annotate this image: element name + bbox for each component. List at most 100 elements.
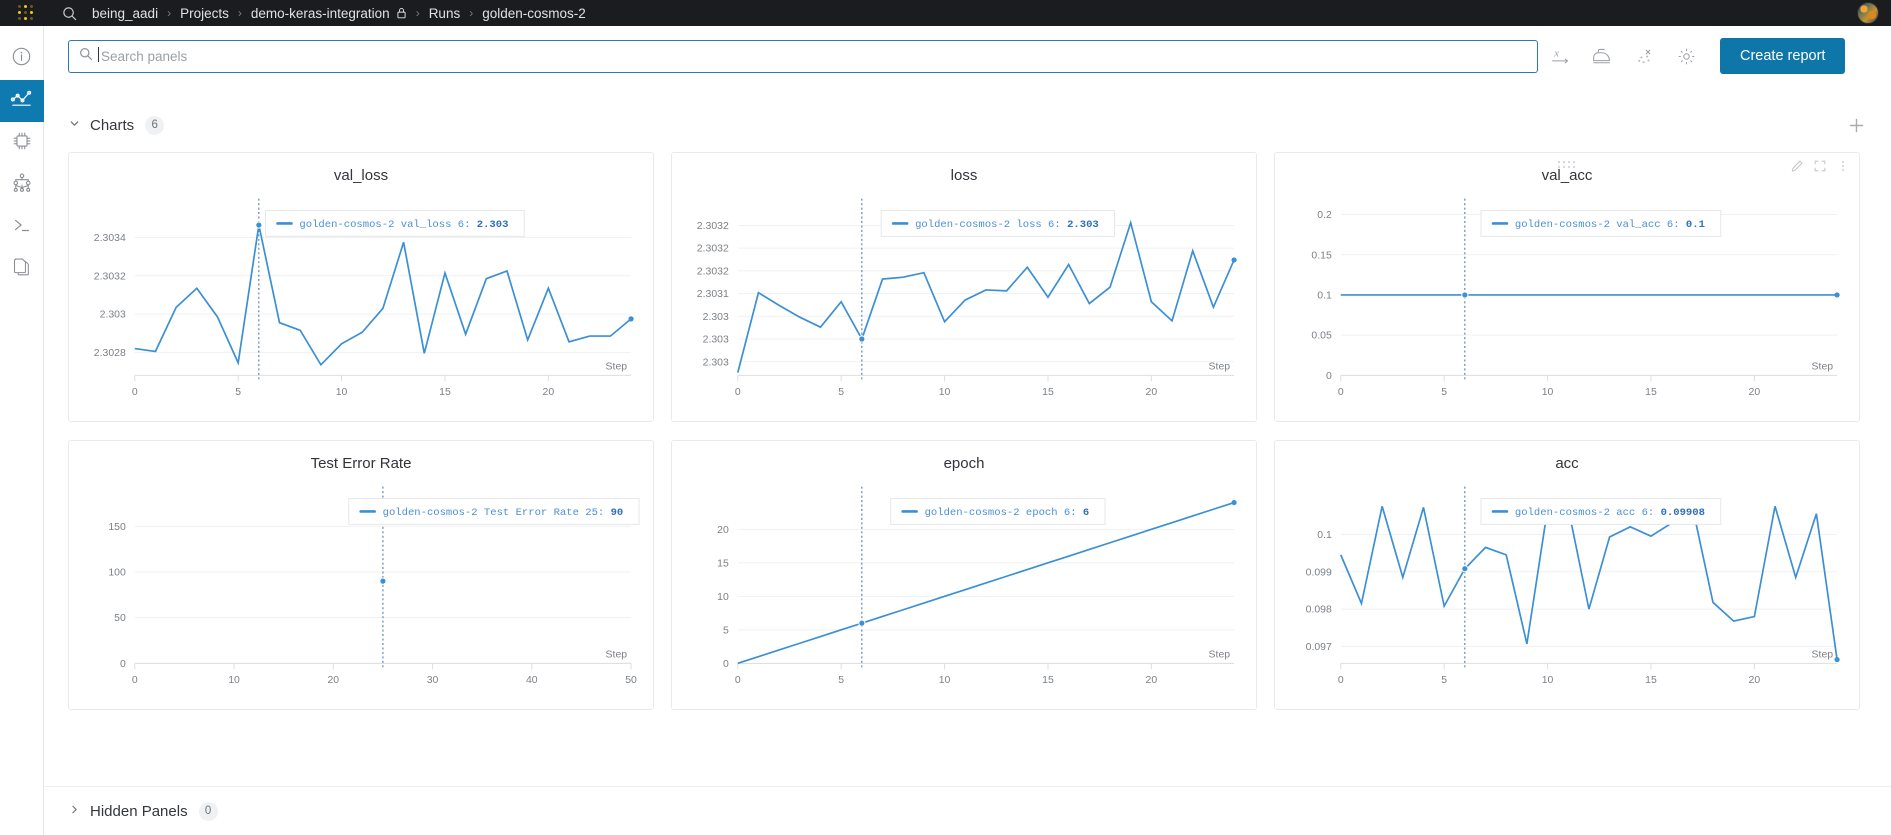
svg-text:20: 20 [1146,387,1158,398]
svg-text:2.3028: 2.3028 [94,348,126,359]
sidebar-item-logs[interactable] [0,206,44,248]
svg-text:150: 150 [108,522,126,533]
svg-text:5: 5 [838,675,844,686]
charts-section-header[interactable]: Charts 6 [44,108,1891,142]
svg-text:5: 5 [1441,675,1447,686]
chart-panel-val_loss[interactable]: val_loss 2.3028 2.303 2.3032 2.3034 0 5 10 15 20 S… [68,152,654,422]
svg-text:0.1: 0.1 [1317,530,1332,541]
chart-legend-label: golden-cosmos-2 acc 6: 0.09908 [1515,507,1705,519]
breadcrumb-separator: › [469,6,474,20]
chart-panel-acc[interactable]: acc 0.097 0.098 0.099 0.1 0 5 10 15 20 Step golden-… [1274,440,1860,710]
outliers-scatter-icon[interactable] [1624,36,1664,76]
sidebar-item-charts[interactable] [0,80,44,122]
svg-text:10: 10 [717,592,729,603]
svg-text:0: 0 [735,387,741,398]
svg-text:Step: Step [606,361,628,372]
breadcrumb-entity[interactable]: being_aadi [92,6,158,21]
hidden-panels-section-header[interactable]: Hidden Panels 0 [44,794,1891,828]
charts-count-badge: 6 [145,115,165,135]
global-search-icon[interactable] [52,6,86,21]
svg-text:Step: Step [1812,649,1834,660]
svg-text:2.3032: 2.3032 [697,266,729,277]
waffle-icon [18,5,34,21]
search-icon [79,47,93,66]
svg-text:5: 5 [235,387,241,398]
breadcrumb-separator: › [415,6,420,20]
divider [44,786,1891,787]
lock-icon [396,7,407,19]
chart-plot[interactable]: 0.097 0.098 0.099 0.1 0 5 10 15 20 Step golden-cos… [1275,441,1859,709]
svg-text:0.098: 0.098 [1306,605,1332,616]
chart-plot[interactable]: 0 0.05 0.1 0.15 0.2 0 5 10 15 20 Step golden-cosmos… [1275,153,1859,421]
breadcrumb-runs[interactable]: Runs [429,6,461,21]
app-logo-button[interactable] [0,0,52,26]
smoothing-iron-icon[interactable] [1582,36,1622,76]
svg-text:2.3032: 2.3032 [697,244,729,255]
breadcrumb-run[interactable]: golden-cosmos-2 [482,6,586,21]
svg-text:0: 0 [723,659,729,670]
svg-text:100: 100 [108,568,126,579]
create-report-button[interactable]: Create report [1720,38,1846,74]
svg-text:5: 5 [838,387,844,398]
sidebar-item-model[interactable] [0,164,44,206]
svg-text:x: x [1553,48,1559,59]
svg-text:2.3034: 2.3034 [94,233,126,244]
chart-plot[interactable]: 2.3028 2.303 2.3032 2.3034 0 5 10 15 20 Step golde… [69,153,653,421]
chevron-right-icon[interactable] [68,803,81,819]
terminal-icon [11,214,33,241]
add-panel-button[interactable] [1839,108,1873,142]
svg-text:50: 50 [114,613,126,624]
hidden-panels-count-badge: 0 [198,801,218,821]
chevron-down-icon[interactable] [68,117,81,133]
svg-text:0.097: 0.097 [1306,642,1332,653]
avatar[interactable] [1857,2,1879,24]
charts-panel-grid: val_loss 2.3028 2.303 2.3032 2.3034 0 5 10 15 20 S… [68,152,1868,710]
line-chart-icon [10,87,33,115]
x-axis-icon[interactable]: x [1540,36,1580,76]
svg-text:40: 40 [526,675,538,686]
svg-text:10: 10 [336,387,348,398]
sidebar-item-system[interactable] [0,122,44,164]
svg-text:20: 20 [1146,675,1158,686]
chart-panel-test_error_rate[interactable]: Test Error Rate 0 50 100 150 0 10 20 30 40 50 Step g… [68,440,654,710]
files-icon [11,256,32,282]
svg-text:15: 15 [1645,675,1657,686]
search-input[interactable]: Search panels [68,39,1538,73]
chart-legend-label: golden-cosmos-2 val_acc 6: 0.1 [1515,219,1705,231]
svg-text:2.303: 2.303 [703,312,729,323]
svg-text:10: 10 [1542,675,1554,686]
sidebar-item-overview[interactable] [0,38,44,80]
chart-legend-label: golden-cosmos-2 Test Error Rate 25: 90 [383,507,624,519]
chart-plot[interactable]: 2.3032 2.3032 2.3032 2.3031 2.303 2.303 2.303 0… [672,153,1256,421]
svg-text:2.3032: 2.3032 [94,271,126,282]
svg-text:2.3032: 2.3032 [697,221,729,232]
svg-text:15: 15 [717,558,729,569]
svg-text:2.303: 2.303 [703,357,729,368]
chart-panel-loss[interactable]: loss 2.3032 2.3032 2.3032 2.3031 2.303 2.303 2.… [671,152,1257,422]
breadcrumb-projects[interactable]: Projects [180,6,229,21]
svg-text:30: 30 [427,675,439,686]
svg-text:5: 5 [723,625,729,636]
chart-plot[interactable]: 0 50 100 150 0 10 20 30 40 50 Step golden-cosmos-2 … [69,441,653,709]
svg-text:20: 20 [1749,387,1761,398]
svg-text:20: 20 [543,387,555,398]
chart-panel-val_acc[interactable]: val_acc 0 0.05 0.1 0.15 0.2 0 5 10 15 20 Step golden… [1274,152,1860,422]
gear-icon[interactable] [1666,36,1706,76]
breadcrumb-project[interactable]: demo-keras-integration [251,6,390,21]
svg-text:0.05: 0.05 [1311,331,1332,342]
chart-legend-label: golden-cosmos-2 epoch 6: 6 [925,507,1090,519]
svg-text:0: 0 [1326,371,1332,382]
svg-text:Step: Step [1209,361,1231,372]
chart-panel-epoch[interactable]: epoch 0 5 10 15 20 0 5 10 15 20 Step golden-cosmos-2… [671,440,1257,710]
svg-text:50: 50 [625,675,637,686]
cpu-chip-icon [11,130,33,157]
svg-text:10: 10 [228,675,240,686]
chart-plot[interactable]: 0 5 10 15 20 0 5 10 15 20 Step golden-cosmos-2 epoc… [672,441,1256,709]
sidebar-item-files[interactable] [0,248,44,290]
svg-text:Step: Step [1209,649,1231,660]
svg-text:0: 0 [132,675,138,686]
model-graph-icon [11,172,33,199]
svg-text:2.3031: 2.3031 [697,289,729,300]
info-circle-icon [11,46,32,72]
hidden-panels-title: Hidden Panels [90,802,188,820]
